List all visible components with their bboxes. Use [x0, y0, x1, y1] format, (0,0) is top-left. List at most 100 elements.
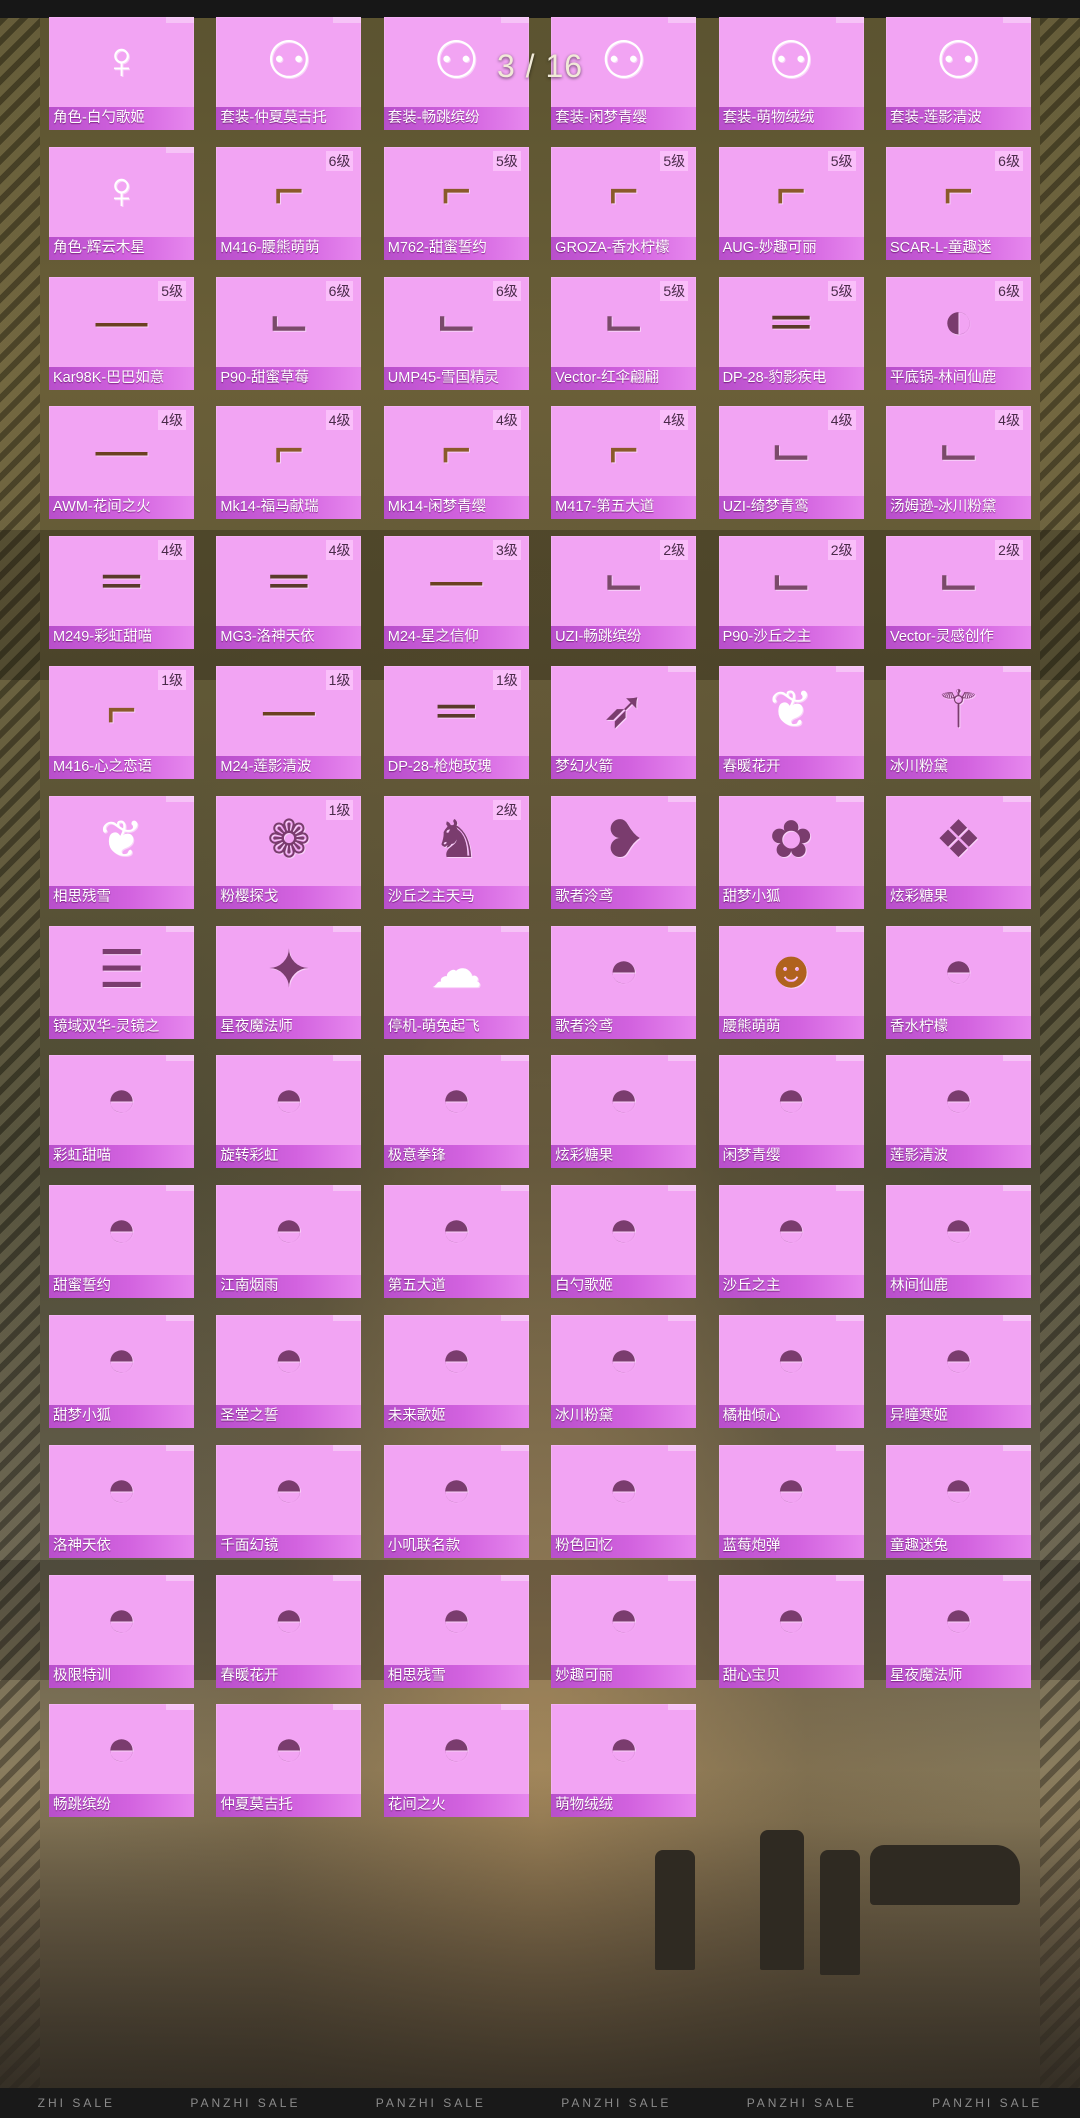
item-card[interactable]: ― 3级 M24-星之信仰 [383, 536, 529, 650]
item-card[interactable]: ❥ 歌者泠鸢 [551, 795, 697, 909]
level-badge: 2级 [660, 540, 689, 561]
item-card[interactable]: ⌐ 5级 AUG-妙趣可丽 [718, 146, 864, 260]
item-card[interactable]: ✦ 星夜魔法师 [216, 925, 362, 1039]
item-name: 仲夏莫吉托 [216, 1794, 362, 1818]
item-card[interactable]: ◓ 仲夏莫吉托 [216, 1704, 362, 1818]
item-card[interactable]: ⌐ 4级 Mk14-闲梦青缨 [383, 406, 529, 520]
item-card[interactable]: ⌙ 2级 UZI-畅跳缤纷 [551, 536, 697, 650]
item-card[interactable]: ◓ 橘柚倾心 [718, 1314, 864, 1428]
item-card[interactable]: ◓ 彩虹甜喵 [49, 1055, 194, 1169]
item-card[interactable]: ◓ 蓝莓炮弹 [718, 1444, 864, 1558]
parachute-icon: ◓ [775, 1070, 807, 1129]
item-card[interactable]: ⌙ 4级 汤姆逊-冰川粉黛 [885, 406, 1031, 520]
item-card[interactable]: ◓ 千面幻镜 [216, 1444, 362, 1558]
item-card[interactable]: ◓ 春暖花开 [216, 1574, 362, 1688]
item-name: M417-第五大道 [551, 496, 697, 520]
item-card[interactable]: ✿ 甜梦小狐 [718, 795, 864, 909]
item-card[interactable]: ⌐ 5级 M762-甜蜜誓约 [383, 146, 529, 260]
item-name: Mk14-闲梦青缨 [383, 496, 529, 520]
item-card[interactable]: ◓ 萌物绒绒 [551, 1704, 697, 1818]
level-badge: 5级 [827, 150, 856, 171]
card-corner-tab [500, 1055, 529, 1062]
item-card[interactable]: ⌙ 5级 Vector-红伞翩翩 [551, 276, 697, 390]
item-card[interactable]: ⌙ 6级 P90-甜蜜草莓 [216, 276, 362, 390]
parachute-icon: ◓ [607, 1459, 640, 1518]
item-card[interactable]: ⌐ 5级 GROZA-香水柠檬 [551, 146, 697, 260]
parachute-icon: ◓ [942, 1070, 975, 1129]
item-card[interactable]: ⚚ 冰川粉黛 [885, 665, 1031, 779]
item-card[interactable]: ◓ 甜心宝贝 [718, 1574, 864, 1688]
item-card[interactable]: ◓ 甜蜜誓约 [49, 1185, 194, 1299]
item-card[interactable]: ◓ 沙丘之主 [718, 1185, 864, 1299]
item-card[interactable]: ⌐ 4级 Mk14-福马献瑞 [216, 406, 362, 520]
level-badge: 2级 [492, 799, 521, 820]
item-card[interactable]: ◓ 炫彩糖果 [551, 1055, 697, 1169]
item-card[interactable]: ◓ 林间仙鹿 [885, 1185, 1031, 1299]
card-corner-tab [333, 925, 362, 932]
item-name: 蓝莓炮弹 [718, 1534, 864, 1558]
item-card[interactable]: ⌙ 2级 Vector-灵感创作 [885, 536, 1031, 650]
item-card[interactable]: ⌙ 4级 UZI-绮梦青鸾 [718, 406, 864, 520]
parachute-icon: ◓ [273, 1200, 305, 1259]
item-card[interactable]: ― 4级 AWM-花间之火 [49, 406, 194, 520]
item-card[interactable]: ◓ 妙趣可丽 [551, 1574, 697, 1688]
parachute-icon: ◓ [440, 1329, 472, 1388]
item-name: MG3-洛神天依 [216, 626, 362, 650]
item-card[interactable]: ⌐ 6级 M416-腰熊萌萌 [216, 146, 362, 260]
item-card[interactable]: ❖ 炫彩糖果 [885, 795, 1031, 909]
item-card[interactable]: ◓ 白勺歌姬 [551, 1185, 697, 1299]
item-card[interactable]: ◓ 相思残雪 [383, 1574, 529, 1688]
item-card[interactable]: ◓ 莲影清波 [885, 1055, 1031, 1169]
item-card[interactable]: ◓ 童趣迷兔 [885, 1444, 1031, 1558]
item-card[interactable]: ◓ 歌者泠鸢 [551, 925, 697, 1039]
item-card[interactable]: ◓ 旋转彩虹 [216, 1055, 362, 1169]
item-name: P90-甜蜜草莓 [216, 366, 362, 390]
item-card[interactable]: ◓ 粉色回忆 [551, 1444, 697, 1558]
item-card[interactable]: ☰ 镜域双华-灵镜之 [49, 925, 194, 1039]
card-corner-tab [500, 1185, 529, 1192]
item-card[interactable]: ❦ 相思残雪 [49, 795, 194, 909]
item-card[interactable]: ◓ 香水柠檬 [885, 925, 1031, 1039]
soldier-silhouette [655, 1850, 695, 1970]
item-card[interactable]: ☻ 腰熊萌萌 [718, 925, 864, 1039]
item-card[interactable]: ◓ 极限特训 [49, 1574, 194, 1688]
item-card[interactable]: ═ 1级 DP-28-枪炮玫瑰 [383, 665, 529, 779]
parachute-icon: ◓ [942, 1589, 975, 1648]
level-badge: 1级 [492, 669, 521, 690]
item-card[interactable]: ⌐ 6级 SCAR-L-童趣迷 [885, 146, 1031, 260]
item-card[interactable]: ♀ 角色-辉云木星 [49, 146, 194, 260]
item-card[interactable]: ◓ 未来歌姬 [383, 1314, 529, 1428]
item-card[interactable]: ☁ 停机-萌兔起飞 [383, 925, 529, 1039]
item-name: 甜蜜誓约 [49, 1275, 194, 1299]
item-card[interactable]: ═ 4级 MG3-洛神天依 [216, 536, 362, 650]
card-corner-tab [500, 1314, 529, 1321]
item-card[interactable]: ═ 5级 DP-28-豹影疾电 [718, 276, 864, 390]
item-card[interactable]: ◓ 第五大道 [383, 1185, 529, 1299]
item-card[interactable]: ◓ 小叽联名款 [383, 1444, 529, 1558]
item-card[interactable]: ◓ 闲梦青缨 [718, 1055, 864, 1169]
item-card[interactable]: ⌐ 1级 M416-心之恋语 [49, 665, 194, 779]
item-card[interactable]: ◓ 江南烟雨 [216, 1185, 362, 1299]
item-card[interactable]: ➶ 梦幻火箭 [551, 665, 697, 779]
item-card[interactable]: ◓ 花间之火 [383, 1704, 529, 1818]
watermark-text: PANZHI SALE [190, 2096, 301, 2110]
item-card[interactable]: ◓ 洛神天依 [49, 1444, 194, 1558]
item-card[interactable]: ⌙ 6级 UMP45-雪国精灵 [383, 276, 529, 390]
item-card[interactable]: ♞ 2级 沙丘之主天马 [383, 795, 529, 909]
item-card[interactable]: ― 1级 M24-莲影清波 [216, 665, 362, 779]
item-card[interactable]: ◓ 冰川粉黛 [551, 1314, 697, 1428]
item-card[interactable]: ◐ 6级 平底锅-林间仙鹿 [885, 276, 1031, 390]
item-card[interactable]: ⌐ 4级 M417-第五大道 [551, 406, 697, 520]
wings-icon: ❦ [99, 810, 144, 869]
item-card[interactable]: ◓ 畅跳缤纷 [49, 1704, 194, 1818]
item-card[interactable]: ― 5级 Kar98K-巴巴如意 [49, 276, 194, 390]
item-card[interactable]: ❁ 1级 粉樱探戈 [216, 795, 362, 909]
item-card[interactable]: ◓ 甜梦小狐 [49, 1314, 194, 1428]
item-card[interactable]: ◓ 异瞳寒姬 [885, 1314, 1031, 1428]
item-card[interactable]: ═ 4级 M249-彩虹甜喵 [49, 536, 194, 650]
item-card[interactable]: ⌙ 2级 P90-沙丘之主 [718, 536, 864, 650]
item-card[interactable]: ◓ 圣堂之誓 [216, 1314, 362, 1428]
item-card[interactable]: ◓ 极意拳锋 [383, 1055, 529, 1169]
item-card[interactable]: ❦ 春暖花开 [718, 665, 864, 779]
item-card[interactable]: ◓ 星夜魔法师 [885, 1574, 1031, 1688]
